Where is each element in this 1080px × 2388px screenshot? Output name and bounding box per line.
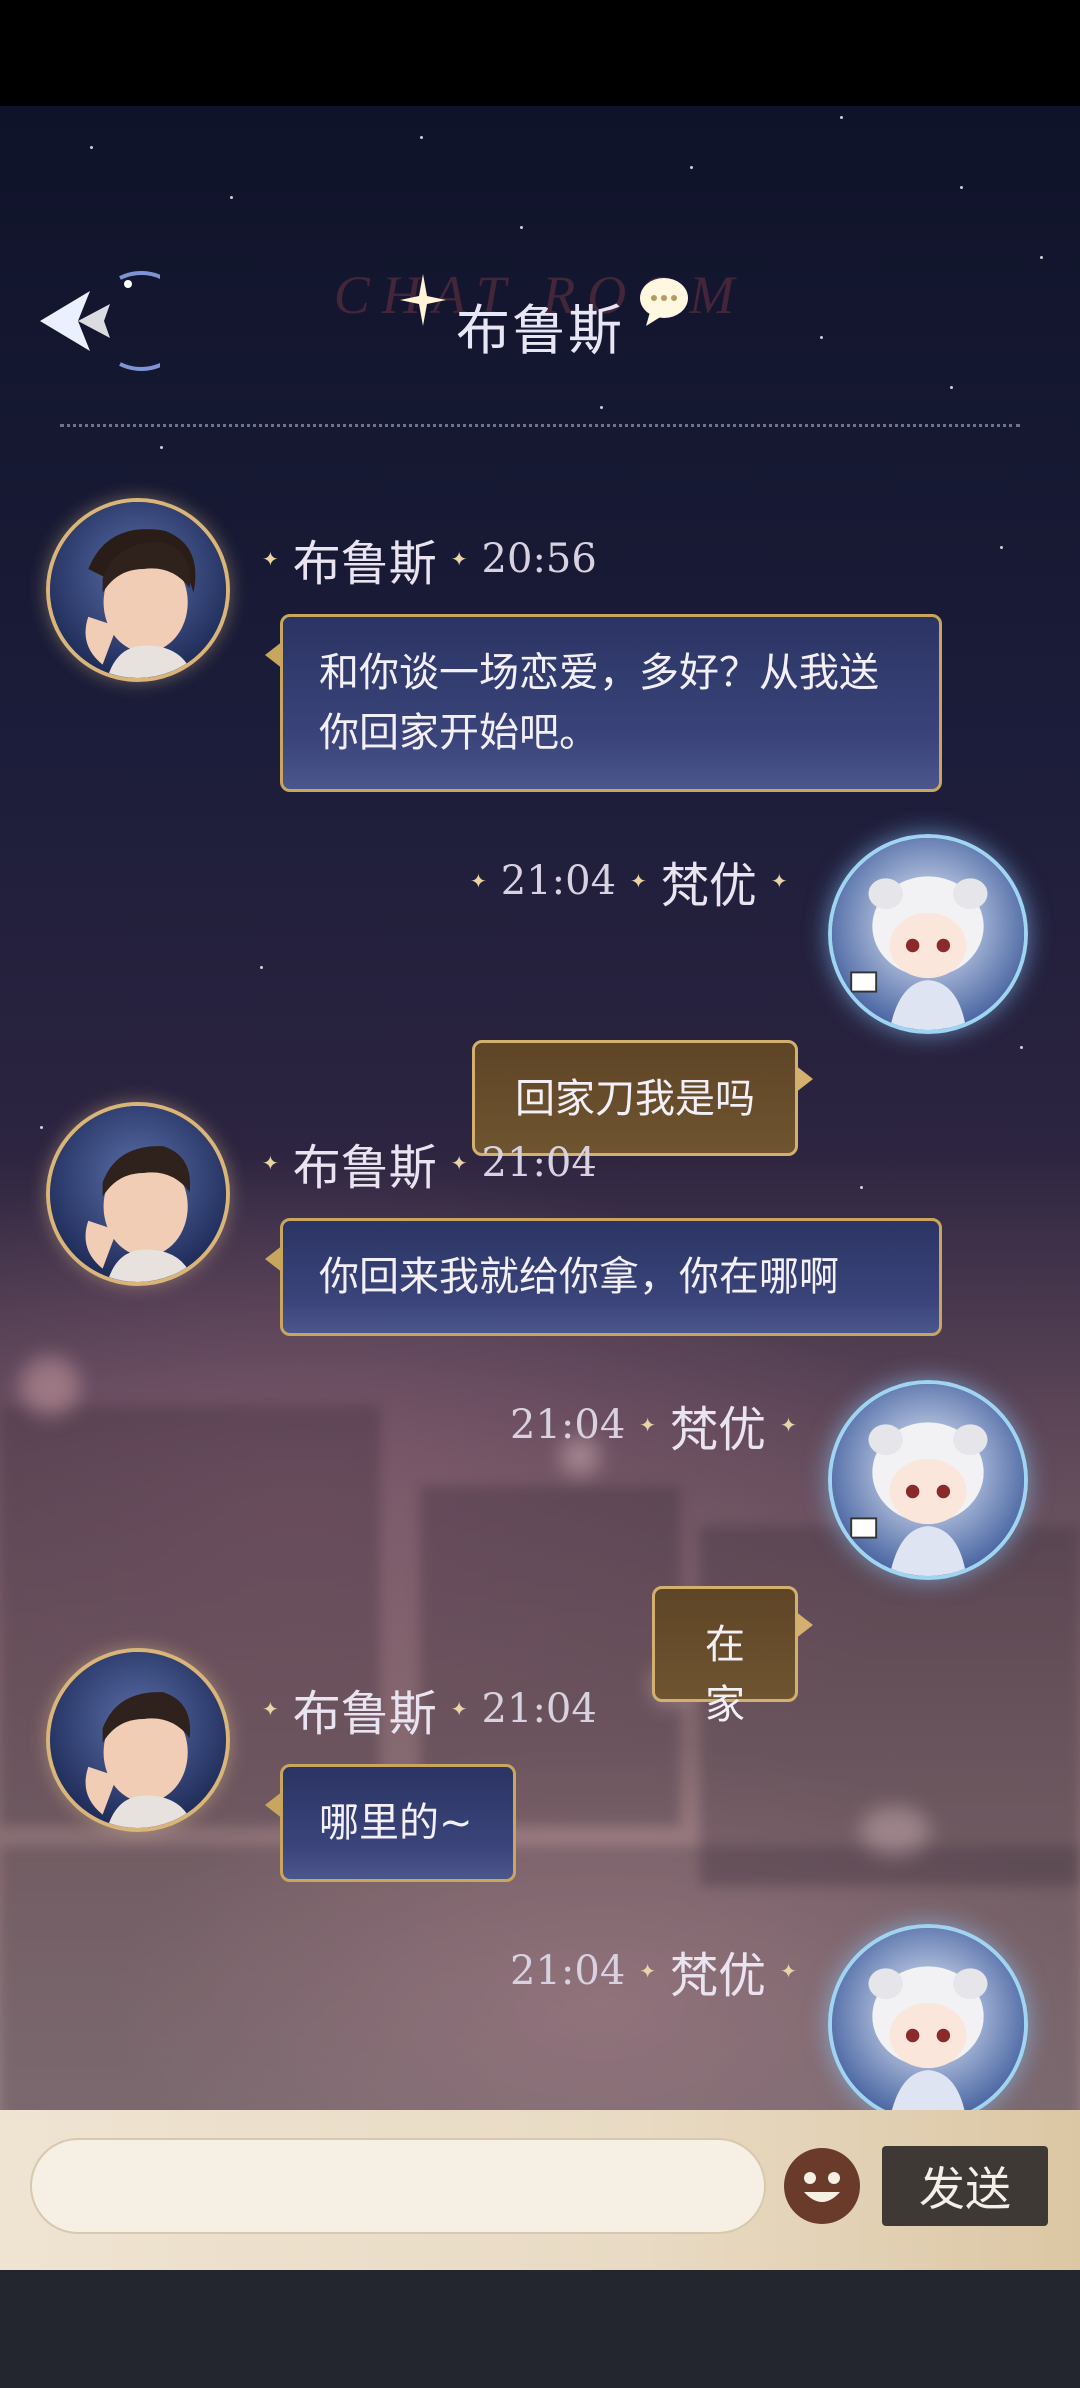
diamond-ornament-icon: ✦ [262,547,279,571]
back-button[interactable] [20,266,192,376]
diamond-ornament-icon: ✦ [780,1959,797,1983]
chat-bubble-icon [640,278,688,326]
message-input[interactable] [30,2138,766,2234]
message-time: 21:04 [481,1140,597,1186]
back-arrow-icon [40,271,192,371]
bruce-avatar[interactable] [46,498,230,682]
header-divider [60,424,1020,427]
message-meta: 21:04 ✦ 梵优 ✦ [510,1936,797,2006]
diamond-ornament-icon: ✦ [262,1697,279,1721]
message-time: 20:56 [481,536,597,582]
message-text: 你回来我就给你拿，你在哪啊 [319,1254,839,1300]
sender-name: 梵优 [670,1402,767,1458]
message-bubble-left[interactable]: 你回来我就给你拿，你在哪啊 [265,1218,942,1336]
message-meta: ✦ 21:04 ✦ 梵优 ✦ [470,846,788,916]
status-bar [0,0,1080,106]
diamond-ornament-icon: ✦ [780,1413,797,1437]
diamond-ornament-icon: ✦ [639,1959,657,1983]
message-meta: 21:04 ✦ 梵优 ✦ [510,1390,797,1460]
message-time: 21:04 [510,1402,626,1448]
sender-name: 布鲁斯 [292,1686,437,1742]
system-nav-bar [0,2270,1080,2388]
message-meta: ✦ 布鲁斯 ✦ 21:04 [262,1128,597,1198]
diamond-ornament-icon: ✦ [630,869,647,893]
message-time: 21:04 [500,858,617,904]
user-avatar[interactable] [828,1380,1028,1580]
bruce-avatar[interactable] [46,1648,230,1832]
diamond-ornament-icon: ✦ [450,1697,468,1721]
sender-name: 梵优 [670,1948,767,2004]
message-text: 回家刀我是吗 [515,1076,755,1122]
message-text: 和你谈一场恋爱，多好？从我送你回家开始吧。 [319,650,879,756]
chat-screen: CHAT ROOM 布鲁斯 ✦ 布鲁斯 ✦ 20:56 和你谈一场恋爱，多好？从… [0,106,1080,2270]
diamond-ornament-icon: ✦ [470,869,487,893]
send-button[interactable]: 发送 [882,2146,1048,2226]
message-bubble-left[interactable]: 和你谈一场恋爱，多好？从我送你回家开始吧。 [265,614,942,792]
message-meta: ✦ 布鲁斯 ✦ 21:04 [262,1674,597,1744]
user-avatar[interactable] [828,834,1028,1034]
message-text: 哪里的~ [319,1800,473,1846]
input-bar: 发送 [0,2110,1080,2270]
message-time: 21:04 [510,1948,626,1994]
sender-name: 布鲁斯 [292,536,437,592]
diamond-ornament-icon: ✦ [450,547,468,571]
diamond-ornament-icon: ✦ [639,1413,657,1437]
message-time: 21:04 [481,1686,597,1732]
emoji-button[interactable] [782,2146,862,2226]
diamond-ornament-icon: ✦ [262,1151,279,1175]
diamond-ornament-icon: ✦ [450,1151,468,1175]
message-bubble-right[interactable]: 在家 [652,1586,813,1728]
sender-name: 梵优 [660,858,757,914]
sender-name: 布鲁斯 [292,1140,437,1196]
message-meta: ✦ 布鲁斯 ✦ 20:56 [262,524,597,594]
bruce-avatar[interactable] [46,1102,230,1286]
smiley-face-icon [784,2148,860,2224]
user-avatar[interactable] [828,1924,1028,2124]
message-bubble-left[interactable]: 哪里的~ [265,1764,516,1882]
diamond-ornament-icon: ✦ [770,869,788,893]
message-text: 在家 [705,1622,745,1728]
